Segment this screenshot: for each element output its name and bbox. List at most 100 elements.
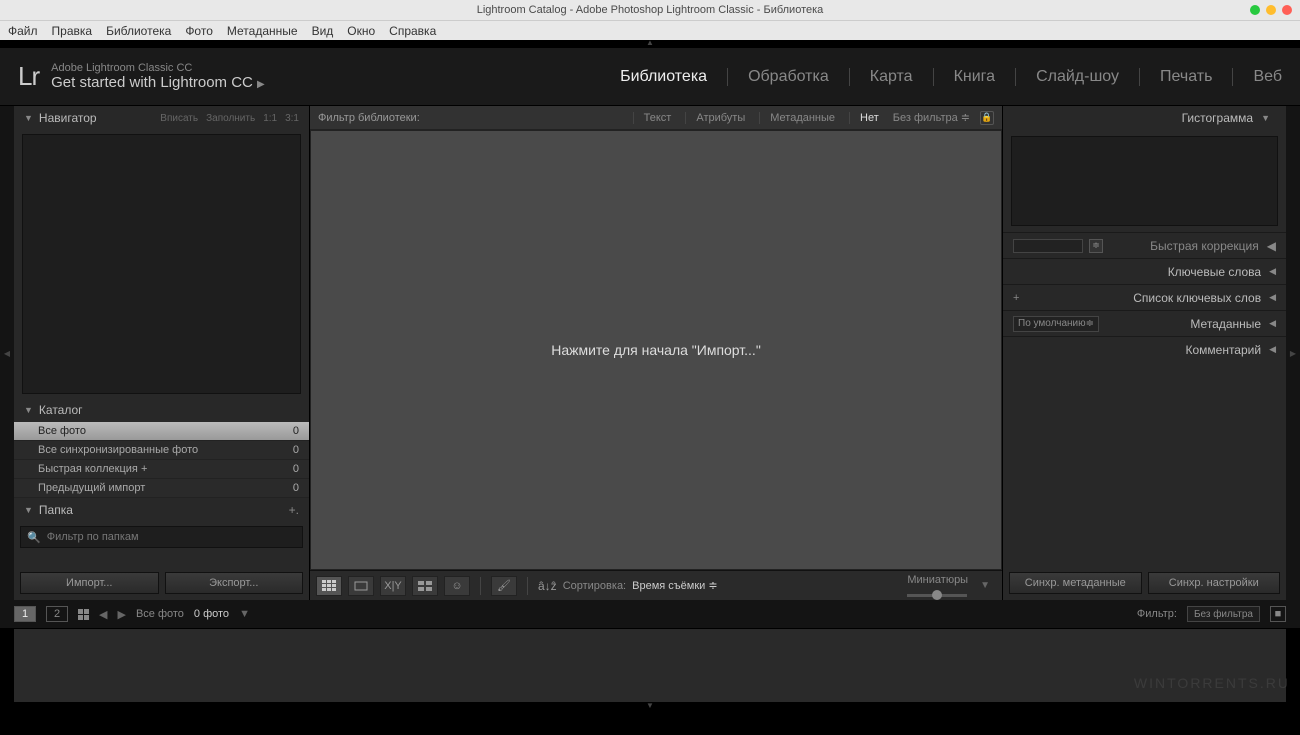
nav-fit[interactable]: Вписать [160,113,198,124]
watermark: WINTORRENTS.RU [1134,675,1290,691]
app-subtitle: Adobe Lightroom Classic CC [51,62,265,74]
filter-label: Фильтр библиотеки: [318,112,420,124]
maximize-button[interactable] [1266,5,1276,15]
right-panel-toggle[interactable]: ▶ [1286,106,1300,600]
bottom-panel-toggle[interactable]: ▼ [0,702,1300,712]
grid-canvas[interactable]: Нажмите для начала "Импорт..." [310,130,1002,570]
filmstrip-filter-label: Фильтр: [1137,608,1177,620]
histogram-display [1011,136,1278,226]
sort-direction-icon[interactable]: â↓ẑ [538,579,557,593]
app-tagline[interactable]: Get started with Lightroom CC ▶ [51,74,265,91]
photo-count: 0 фото [194,608,229,620]
minimize-button[interactable] [1250,5,1260,15]
nav-1to1[interactable]: 1:1 [263,113,277,124]
center-area: Фильтр библиотеки: Текст Атрибуты Метада… [310,106,1002,600]
filter-preset[interactable]: Без фильтра ≑ [893,111,976,124]
add-folder-icon[interactable]: +. [289,503,299,517]
catalog-prev-import[interactable]: Предыдущий импорт0 [14,479,309,498]
module-map[interactable]: Карта [870,68,913,86]
menu-library[interactable]: Библиотека [106,24,171,38]
close-button[interactable] [1282,5,1292,15]
left-panel-toggle[interactable]: ◀ [0,106,14,600]
nav-forward-icon[interactable]: ▶ [117,608,125,621]
menu-metadata[interactable]: Метаданные [227,24,298,38]
view-people-icon[interactable]: ☺ [444,576,470,596]
second-window-button[interactable]: 2 [46,606,68,622]
app-logo: Lr [18,61,51,92]
filmstrip-filter-lock[interactable]: ■ [1270,606,1286,622]
view-loupe-icon[interactable] [348,576,374,596]
menu-file[interactable]: Файл [8,24,38,38]
main-window-button[interactable]: 1 [14,606,36,622]
filter-tab-attribute[interactable]: Атрибуты [685,112,755,124]
module-print[interactable]: Печать [1160,68,1212,86]
folders-header[interactable]: ▼Папка +. [14,498,309,522]
secondary-toolbar: 1 2 ◀ ▶ Все фото 0 фото ▼ Фильтр: Без фи… [0,600,1300,628]
identity-plate: Lr Adobe Lightroom Classic CC Get starte… [0,48,1300,106]
metadata-header[interactable]: По умолчанию ≑Метаданные◀ [1003,310,1286,336]
quick-develop-header[interactable]: Быстрая коррекция [1150,239,1259,253]
navigator-header[interactable]: ▼Навигатор Вписать Заполнить 1:1 3:1 [14,106,309,130]
module-web[interactable]: Веб [1253,68,1282,86]
folder-filter-input[interactable]: 🔍 Фильтр по папкам [20,526,303,548]
histogram-header[interactable]: Гистограмма▼ [1003,106,1286,130]
catalog-list: Все фото0 Все синхронизированные фото0 Б… [14,422,309,498]
menu-view[interactable]: Вид [312,24,334,38]
menu-edit[interactable]: Правка [52,24,93,38]
view-compare-icon[interactable]: X|Y [380,576,406,596]
catalog-all-photos[interactable]: Все фото0 [14,422,309,441]
view-survey-icon[interactable] [412,576,438,596]
right-panel: Гистограмма▼ ≑ Быстрая коррекция ◀ Ключе… [1002,106,1286,600]
thumbnail-size-slider[interactable] [907,594,967,597]
empty-message: Нажмите для начала "Импорт..." [551,342,761,358]
left-panel: ▼Навигатор Вписать Заполнить 1:1 3:1 ▼Ка… [14,106,310,600]
sync-metadata-button[interactable]: Синхр. метаданные [1009,572,1142,594]
filter-lock-icon[interactable]: 🔒 [980,111,994,125]
catalog-quick-collection[interactable]: Быстрая коллекция +0 [14,460,309,479]
search-icon: 🔍 [27,531,41,544]
nav-fill[interactable]: Заполнить [206,113,255,124]
window-titlebar: Lightroom Catalog - Adobe Photoshop Ligh… [0,0,1300,20]
painter-tool-icon[interactable]: 🖌 [491,576,517,596]
menu-bar: Файл Правка Библиотека Фото Метаданные В… [0,20,1300,40]
sort-select[interactable]: Время съёмки ≑ [632,579,717,592]
catalog-header[interactable]: ▼Каталог [14,398,309,422]
sort-label: Сортировка: [563,580,626,592]
navigator-preview [22,134,301,394]
module-picker: Библиотека Обработка Карта Книга Слайд-ш… [620,68,1282,86]
nav-back-icon[interactable]: ◀ [99,608,107,621]
stepper-icon[interactable]: ≑ [1089,239,1103,253]
catalog-synced[interactable]: Все синхронизированные фото0 [14,441,309,460]
export-button[interactable]: Экспорт... [165,572,304,594]
metadata-preset-select[interactable]: По умолчанию ≑ [1013,316,1099,332]
center-toolbar: X|Y ☺ 🖌 â↓ẑ Сортировка: Время съёмки ≑ М… [310,570,1002,600]
filter-tab-metadata[interactable]: Метаданные [759,112,845,124]
menu-window[interactable]: Окно [347,24,375,38]
breadcrumb[interactable]: Все фото [136,608,184,620]
library-filter-bar: Фильтр библиотеки: Текст Атрибуты Метада… [310,106,1002,130]
nav-3to1[interactable]: 3:1 [285,113,299,124]
filter-tab-text[interactable]: Текст [633,112,682,124]
module-slideshow[interactable]: Слайд-шоу [1036,68,1119,86]
quick-slider[interactable] [1013,239,1083,253]
import-button[interactable]: Импорт... [20,572,159,594]
menu-help[interactable]: Справка [389,24,436,38]
sync-settings-button[interactable]: Синхр. настройки [1148,572,1281,594]
module-book[interactable]: Книга [954,68,995,86]
menu-photo[interactable]: Фото [185,24,213,38]
filter-tab-none[interactable]: Нет [849,112,889,124]
keyword-list-header[interactable]: +Список ключевых слов◀ [1003,284,1286,310]
window-controls [1250,5,1292,15]
keywording-header[interactable]: Ключевые слова◀ [1003,258,1286,284]
grid-toggle-icon[interactable] [78,609,89,620]
module-library[interactable]: Библиотека [620,68,707,86]
module-develop[interactable]: Обработка [748,68,829,86]
toolbar-menu-icon[interactable]: ▼ [974,580,996,591]
window-title: Lightroom Catalog - Adobe Photoshop Ligh… [477,4,824,16]
filmstrip-filter-select[interactable]: Без фильтра [1187,606,1260,622]
filmstrip[interactable] [14,628,1286,702]
view-grid-icon[interactable] [316,576,342,596]
comments-header[interactable]: Комментарий◀ [1003,336,1286,362]
thumbs-label: Миниатюры [907,574,968,586]
top-panel-toggle[interactable]: ▲ [0,40,1300,48]
